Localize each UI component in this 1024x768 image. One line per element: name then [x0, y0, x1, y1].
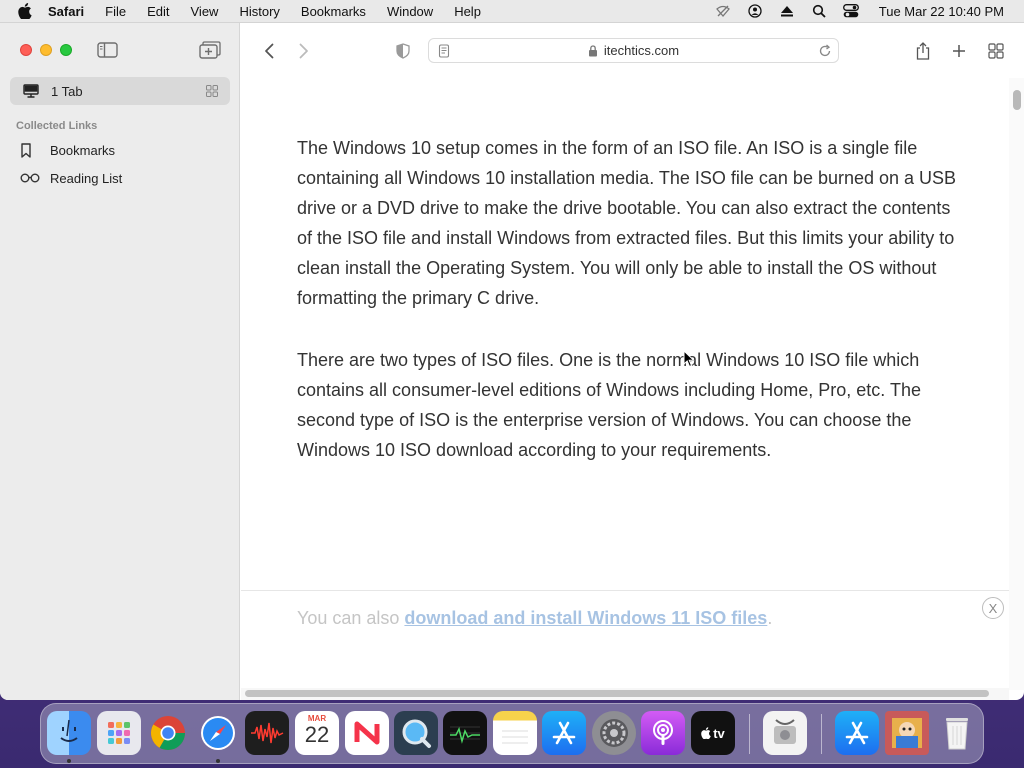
banner-link[interactable]: download and install Windows 11 ISO file…: [404, 608, 767, 628]
sidebar-toggle-icon[interactable]: [97, 42, 118, 58]
user-account-icon[interactable]: [747, 4, 763, 18]
sidebar-item-label: 1 Tab: [51, 83, 83, 99]
page-menu-icon[interactable]: [438, 44, 450, 58]
vertical-scrollbar-thumb[interactable]: [1013, 90, 1021, 110]
menu-file[interactable]: File: [105, 4, 126, 19]
menu-history[interactable]: History: [239, 4, 279, 19]
horizontal-scrollbar[interactable]: [241, 688, 1009, 700]
sidebar-item-bookmarks[interactable]: Bookmarks: [20, 142, 115, 158]
mouse-cursor-icon: [683, 350, 695, 368]
podcasts-icon[interactable]: [641, 711, 685, 755]
back-button[interactable]: [260, 42, 278, 60]
share-button[interactable]: [914, 42, 932, 60]
applications-folder-icon[interactable]: [835, 711, 879, 755]
calendar-day: 22: [304, 722, 330, 747]
sidebar-item-label: Bookmarks: [50, 142, 116, 158]
vertical-scrollbar[interactable]: [1009, 78, 1024, 690]
new-tab-group-icon[interactable]: [199, 41, 221, 59]
menu-bar-clock[interactable]: Tue Mar 22 10:40 PM: [879, 4, 1004, 19]
menu-app-name[interactable]: Safari: [48, 4, 84, 19]
forward-button[interactable]: [295, 42, 313, 60]
address-bar[interactable]: itechtics.com: [428, 38, 839, 63]
menu-edit[interactable]: Edit: [147, 4, 169, 19]
system-preferences-icon[interactable]: [592, 711, 636, 755]
tab-overview-icon[interactable]: [206, 85, 218, 97]
bookmark-icon: [20, 142, 42, 158]
menu-help[interactable]: Help: [454, 4, 481, 19]
collected-links-heading: Collected Links: [16, 120, 98, 132]
menu-bookmarks[interactable]: Bookmarks: [301, 4, 366, 19]
horizontal-scrollbar-thumb[interactable]: [245, 690, 989, 697]
monitor-icon: [23, 84, 39, 98]
wifi-off-icon[interactable]: [715, 4, 731, 18]
article-paragraph: There are two types of ISO files. One is…: [297, 350, 921, 460]
chrome-icon[interactable]: [146, 711, 190, 755]
close-window-button[interactable]: [20, 44, 32, 56]
sidebar-item-label: Reading List: [50, 170, 123, 186]
launchpad-icon[interactable]: [97, 711, 141, 755]
article-body: The Windows 10 setup comes in the form o…: [297, 133, 959, 497]
running-indicator: [67, 759, 71, 763]
safari-icon[interactable]: [196, 711, 240, 755]
article-paragraph: The Windows 10 setup comes in the form o…: [297, 138, 957, 308]
browser-toolbar: itechtics.com: [241, 23, 1024, 78]
privacy-report-shield-icon[interactable]: [394, 42, 412, 60]
banner-close-button[interactable]: X: [982, 597, 1004, 619]
news-icon[interactable]: [345, 711, 389, 755]
menu-window[interactable]: Window: [387, 4, 433, 19]
voice-memos-icon[interactable]: [245, 711, 289, 755]
new-tab-button[interactable]: [950, 42, 968, 60]
banner-text: You can also download and install Window…: [297, 608, 772, 629]
apple-tv-icon[interactable]: tv: [691, 711, 735, 755]
minimize-window-button[interactable]: [40, 44, 52, 56]
disk-utility-icon[interactable]: [763, 711, 807, 755]
sticky-banner: You can also download and install Window…: [241, 590, 1009, 690]
sidebar: 1 Tab Collected Links Bookmarks Reading …: [0, 23, 240, 700]
running-indicator: [216, 759, 220, 763]
apple-tv-label: tv: [713, 725, 725, 741]
trash-icon[interactable]: [935, 711, 979, 755]
dock: MAR 22 tv: [40, 703, 984, 764]
zoom-window-button[interactable]: [60, 44, 72, 56]
control-center-icon[interactable]: [842, 4, 859, 18]
menu-view[interactable]: View: [191, 4, 219, 19]
activity-monitor-icon[interactable]: [443, 711, 487, 755]
sidebar-item-tabs[interactable]: 1 Tab: [10, 77, 230, 105]
notes-icon[interactable]: [493, 711, 537, 755]
dock-separator: [821, 714, 822, 754]
app-store-icon[interactable]: [542, 711, 586, 755]
dock-separator: [749, 714, 750, 754]
downloads-stack-icon[interactable]: [885, 711, 929, 755]
apple-menu-icon[interactable]: [18, 3, 34, 19]
eject-icon[interactable]: [779, 4, 795, 18]
spotlight-search-icon[interactable]: [811, 4, 827, 18]
calendar-icon[interactable]: MAR 22: [295, 711, 339, 755]
quicktime-icon[interactable]: [394, 711, 438, 755]
banner-prefix: You can also: [297, 608, 405, 628]
finder-icon[interactable]: [47, 711, 91, 755]
safari-window: 1 Tab Collected Links Bookmarks Reading …: [0, 23, 1024, 700]
address-bar-url: itechtics.com: [603, 43, 680, 58]
banner-suffix: .: [767, 608, 773, 628]
reading-glasses-icon: [20, 170, 42, 186]
reload-icon[interactable]: [818, 44, 832, 58]
lock-icon: [588, 44, 598, 57]
window-controls: [20, 44, 72, 56]
tab-overview-button[interactable]: [987, 42, 1005, 60]
sidebar-item-reading-list[interactable]: Reading List: [20, 170, 122, 186]
menu-bar: Safari File Edit View History Bookmarks …: [0, 0, 1024, 23]
